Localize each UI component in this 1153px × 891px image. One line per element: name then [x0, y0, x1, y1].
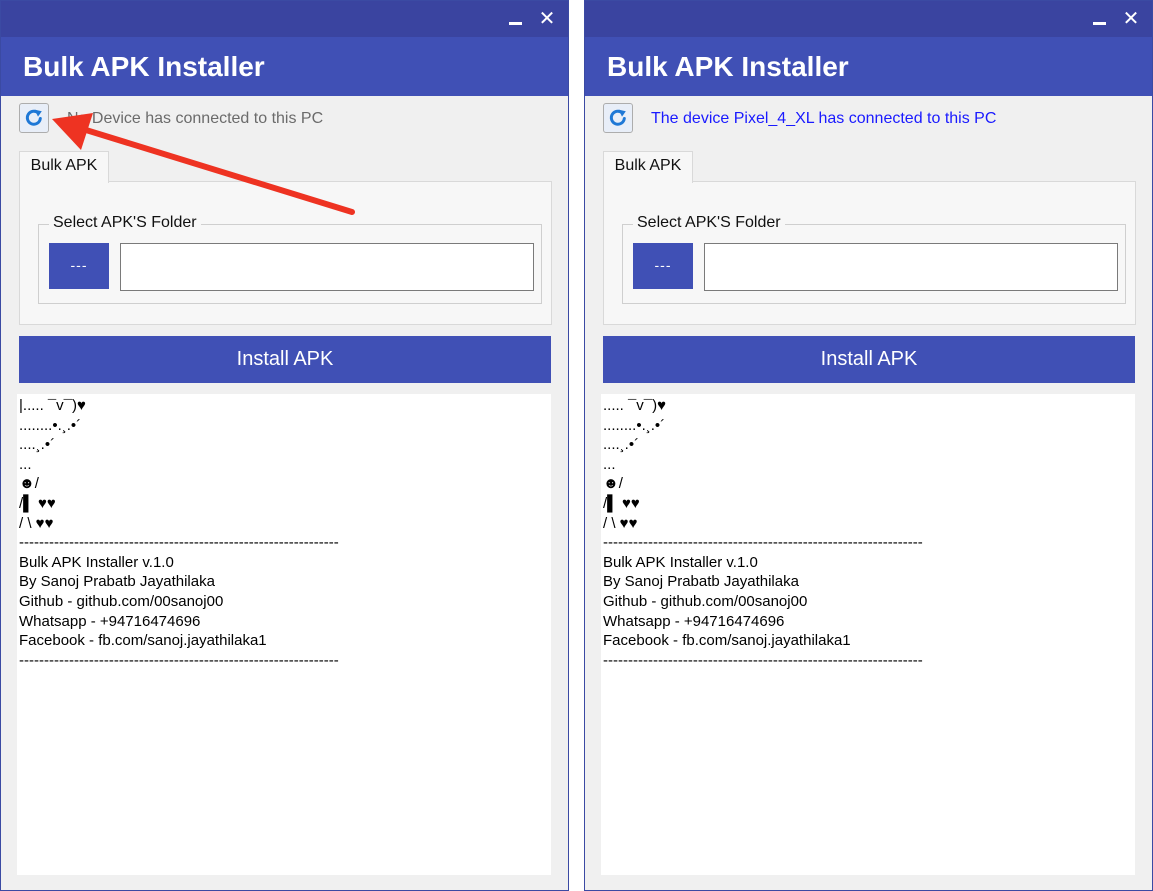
- app-window-device-connected: ✕ Bulk APK Installer The device Pixel_4_…: [584, 0, 1153, 891]
- install-apk-button[interactable]: Install APK: [19, 336, 551, 383]
- refresh-icon: [609, 109, 626, 126]
- tab-bulk-apk[interactable]: Bulk APK: [603, 151, 693, 183]
- console-text: |..... ¯v¯)♥ ........•.¸.•´ ....¸.•´ ...…: [19, 397, 339, 669]
- folder-path-input[interactable]: [704, 243, 1118, 291]
- browse-folder-button[interactable]: ---: [633, 243, 693, 289]
- refresh-button[interactable]: [19, 103, 49, 133]
- folder-path-input[interactable]: [120, 243, 534, 291]
- console-text: ..... ¯v¯)♥ ........•.¸.•´ ....¸.•´ ... …: [603, 397, 923, 669]
- select-folder-group: Select APK'S Folder ---: [622, 214, 1126, 304]
- window-titlebar[interactable]: ✕: [585, 1, 1152, 37]
- tab-panel: Select APK'S Folder ---: [19, 181, 552, 325]
- minimize-icon[interactable]: [1086, 5, 1112, 31]
- close-icon[interactable]: ✕: [534, 5, 560, 31]
- refresh-icon: [25, 109, 42, 126]
- tab-bulk-apk[interactable]: Bulk APK: [19, 151, 109, 183]
- install-apk-button[interactable]: Install APK: [603, 336, 1135, 383]
- app-title: Bulk APK Installer: [23, 51, 265, 82]
- console-output[interactable]: |..... ¯v¯)♥ ........•.¸.•´ ....¸.•´ ...…: [17, 394, 551, 875]
- app-title: Bulk APK Installer: [607, 51, 849, 82]
- browse-folder-button[interactable]: ---: [49, 243, 109, 289]
- console-output[interactable]: ..... ¯v¯)♥ ........•.¸.•´ ....¸.•´ ... …: [601, 394, 1135, 875]
- app-header: Bulk APK Installer: [1, 37, 568, 96]
- minimize-icon[interactable]: [502, 5, 528, 31]
- select-folder-group: Select APK'S Folder ---: [38, 214, 542, 304]
- refresh-button[interactable]: [603, 103, 633, 133]
- tab-panel: Select APK'S Folder ---: [603, 181, 1136, 325]
- window-titlebar[interactable]: ✕: [1, 1, 568, 37]
- group-label: Select APK'S Folder: [49, 214, 201, 232]
- device-status-text: The device Pixel_4_XL has connected to t…: [651, 110, 997, 127]
- app-header: Bulk APK Installer: [585, 37, 1152, 96]
- close-icon[interactable]: ✕: [1118, 5, 1144, 31]
- device-status-text: No Device has connected to this PC: [67, 110, 324, 127]
- app-window-no-device: ✕ Bulk APK Installer No Device has conne…: [0, 0, 569, 891]
- group-label: Select APK'S Folder: [633, 214, 785, 232]
